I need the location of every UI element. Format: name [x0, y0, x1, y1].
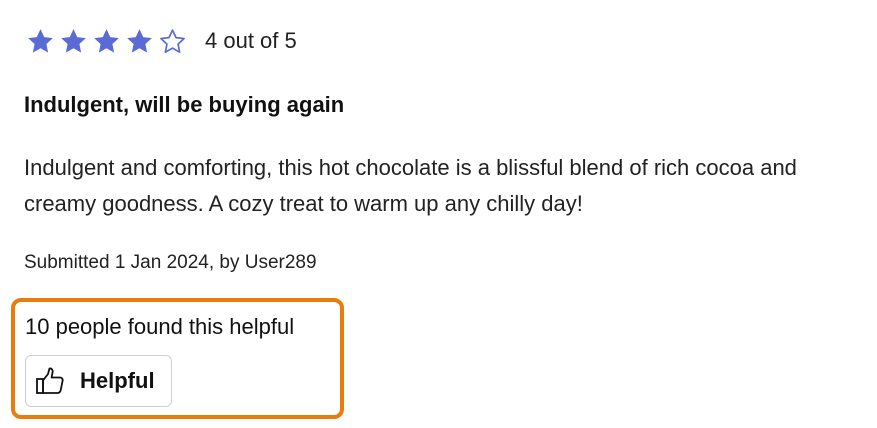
review-title: Indulgent, will be buying again: [24, 92, 345, 117]
thumbs-up-icon: [34, 365, 66, 397]
star-filled-icon: [125, 27, 154, 56]
submitted-info: Submitted 1 Jan 2024, by User289: [24, 252, 317, 273]
helpful-count: 10 people found this helpful: [25, 314, 295, 339]
rating-row: 4 out of 5: [26, 24, 297, 58]
review-card: 4 out of 5 Indulgent, will be buying aga…: [0, 0, 877, 428]
star-empty-icon: [158, 27, 187, 56]
helpful-button[interactable]: Helpful: [25, 355, 172, 407]
review-body: Indulgent and comforting, this hot choco…: [24, 155, 797, 216]
star-filled-icon: [26, 27, 55, 56]
star-filled-icon: [92, 27, 121, 56]
star-filled-icon: [59, 27, 88, 56]
rating-text: 4 out of 5: [205, 28, 297, 53]
helpful-section: 10 people found this helpful Helpful: [11, 298, 344, 419]
helpful-button-label: Helpful: [80, 368, 155, 393]
star-rating: [26, 27, 191, 56]
